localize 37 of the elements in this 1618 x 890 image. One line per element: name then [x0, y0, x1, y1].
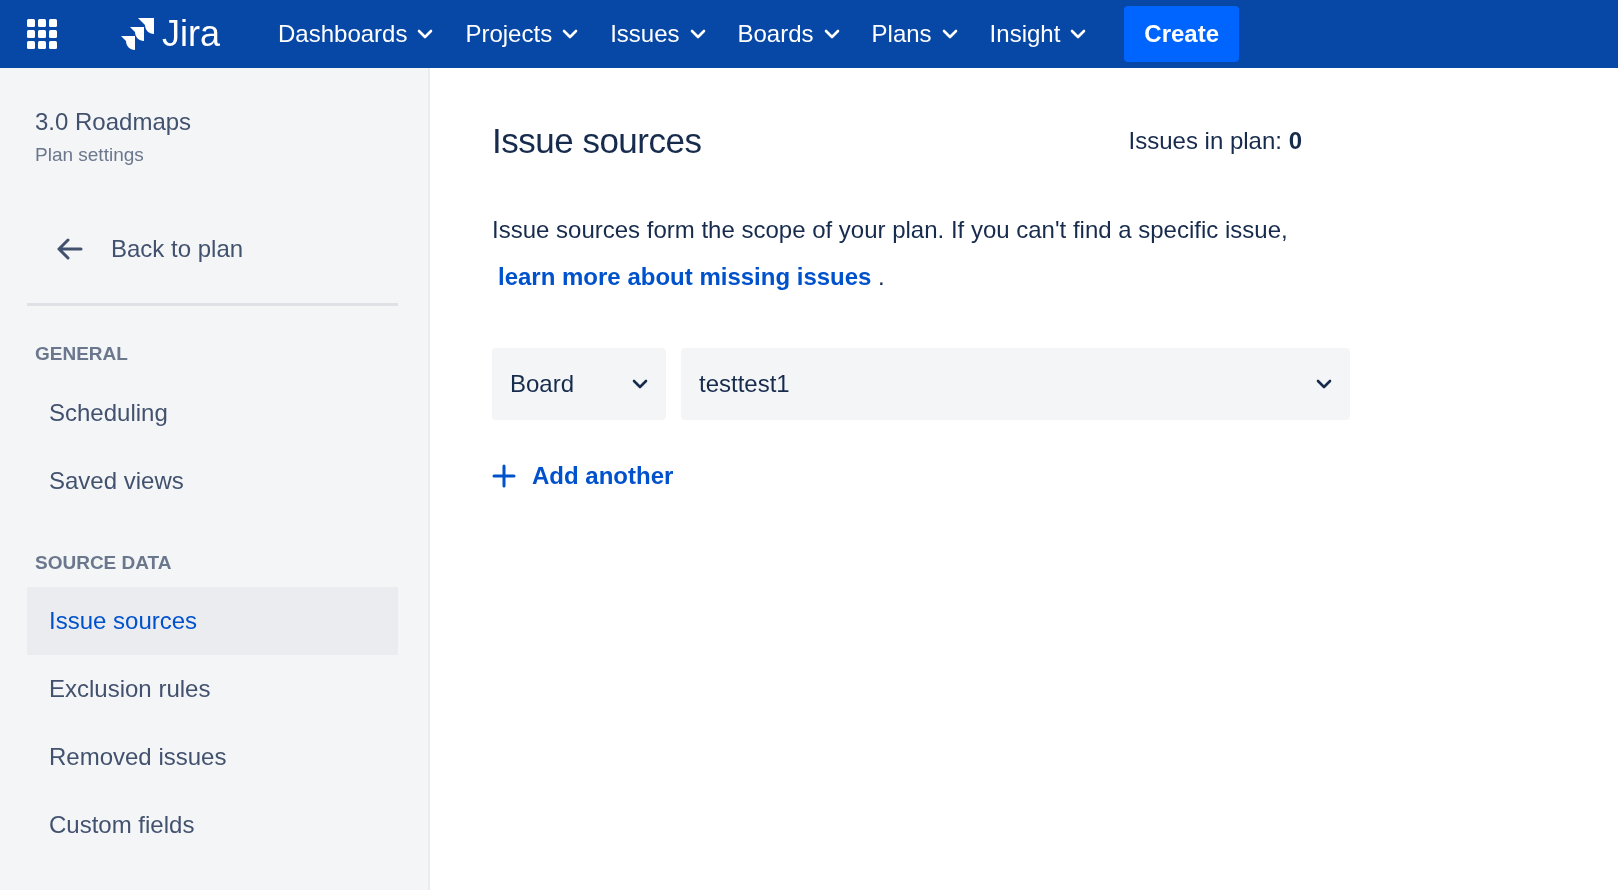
chevron-down-icon [689, 29, 706, 39]
app-grid-icon[interactable] [26, 18, 58, 50]
chevron-down-icon [823, 29, 840, 39]
issue-count: Issues in plan: 0 [1128, 126, 1302, 156]
plan-subtitle: Plan settings [34, 142, 145, 167]
sidebar-item[interactable]: Saved views [27, 446, 398, 515]
nav-menu[interactable]: Boards [727, 10, 850, 58]
logo-text[interactable]: Jira [162, 16, 220, 52]
back-link[interactable]: Back to plan [27, 221, 244, 278]
plus-icon [492, 464, 516, 488]
chevron-down-icon [562, 29, 579, 39]
nav-menu[interactable]: Plans [861, 10, 968, 58]
page-title: Issue sources [492, 120, 702, 162]
plan-title: 3.0 Roadmaps [34, 108, 193, 137]
sidebar-item[interactable]: Scheduling [27, 378, 398, 447]
chevron-down-icon [941, 29, 958, 39]
help-link[interactable]: learn more about missing issues [498, 263, 872, 290]
add-another-button[interactable]: Add another [492, 458, 674, 494]
source-select[interactable]: testtest1 [681, 348, 1350, 420]
sidebar-item[interactable]: Custom fields [27, 791, 398, 860]
source-type-select[interactable]: Board [492, 348, 666, 420]
chevron-down-icon [417, 29, 434, 39]
nav-menu[interactable]: Insight [979, 10, 1097, 58]
nav-menu[interactable]: Dashboards [268, 10, 444, 58]
nav-menu[interactable]: Projects [455, 10, 589, 58]
chevron-down-icon [1070, 29, 1087, 39]
chevron-down-icon [1316, 379, 1332, 389]
sidebar-item[interactable]: Exclusion rules [27, 655, 398, 724]
section-heading: GENERAL [34, 342, 129, 367]
description-text: Issue sources form the scope of your plan. If you can't find a specific issue, learn more about missing issues . [492, 215, 1289, 292]
back-arrow-icon [55, 237, 83, 262]
section-heading: SOURCE DATA [34, 550, 173, 575]
sidebar-item[interactable]: Issue sources [27, 587, 398, 656]
nav-menu[interactable]: Issues [600, 10, 716, 58]
chevron-down-icon [632, 379, 648, 389]
create-button[interactable]: Create [1124, 6, 1240, 62]
sidebar-item[interactable]: Removed issues [27, 723, 398, 792]
